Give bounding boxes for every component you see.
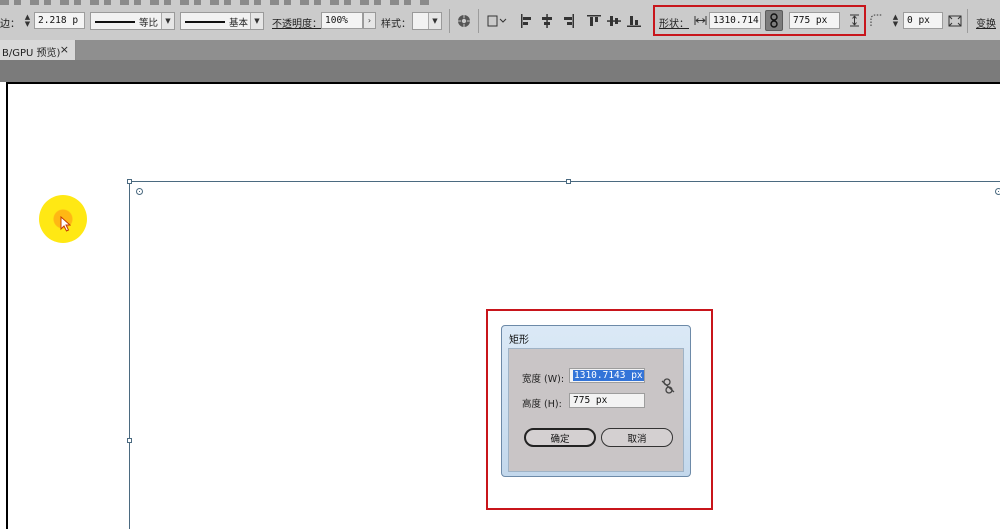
variable-width-profile-dropdown[interactable]: 等比 ▼: [90, 12, 175, 30]
artboard-left-edge: [6, 82, 8, 529]
corner-widget-icon[interactable]: [136, 188, 143, 195]
corner-radius-stepper[interactable]: ▲ ▼: [891, 13, 900, 29]
align-bottom-icon[interactable]: [626, 12, 642, 29]
cancel-button[interactable]: 取消: [601, 428, 673, 447]
illustrator-window: 边： ▲ ▼ 2.218 p 等比 ▼ 基本 ▼ 不透明度： 100% › 样式：…: [0, 0, 1000, 529]
shape-label[interactable]: 形状：: [659, 15, 689, 30]
stroke-label: 边：: [0, 19, 20, 30]
shape-width-field[interactable]: 1310.714 p: [709, 12, 761, 29]
brush-definition-dropdown[interactable]: 基本 ▼: [180, 12, 264, 30]
align-top-icon[interactable]: [586, 12, 602, 29]
unlink-proportions-icon[interactable]: [661, 378, 675, 394]
opacity-label[interactable]: 不透明度：: [272, 15, 322, 30]
chevron-down-icon: ▼: [428, 13, 441, 29]
width-label: 宽度 (W):: [522, 374, 565, 385]
opacity-field[interactable]: 100%: [321, 12, 363, 29]
align-left-icon[interactable]: [519, 12, 535, 29]
selection-handle-top-left[interactable]: [127, 179, 132, 184]
document-tab[interactable]: B/GPU 预览) ×: [0, 40, 76, 60]
width-arrows-icon: [692, 12, 708, 29]
chevron-down-icon: ▼: [250, 13, 263, 29]
dialog-height-field[interactable]: 775 px: [569, 393, 645, 408]
dialog-title: 矩形: [509, 335, 529, 346]
selection-handle-middle-left[interactable]: [127, 438, 132, 443]
corner-radius-field[interactable]: 0 px: [903, 12, 943, 29]
recolor-artwork-icon[interactable]: [456, 12, 472, 29]
height-arrows-icon: [846, 12, 862, 29]
dialog-width-value: 1310.7143 px: [573, 370, 644, 381]
control-bar: 边： ▲ ▼ 2.218 p 等比 ▼ 基本 ▼ 不透明度： 100% › 样式：…: [0, 0, 1000, 41]
document-tab-title: B/GPU 预览): [2, 48, 61, 59]
ok-button[interactable]: 确定: [524, 428, 596, 447]
corner-type-icon[interactable]: [868, 12, 884, 29]
transform-label[interactable]: 变换: [976, 15, 996, 30]
stroke-profile-preview: [95, 21, 135, 23]
height-label: 高度 (H):: [522, 399, 562, 410]
brush-preview: [185, 21, 225, 23]
separator: [478, 9, 479, 33]
separator: [967, 9, 968, 33]
pasteboard-strip: [0, 60, 1000, 82]
document-tab-strip: B/GPU 预览) ×: [0, 40, 1000, 60]
corner-options-icon[interactable]: [947, 12, 963, 29]
align-right-icon[interactable]: [560, 12, 576, 29]
selection-handle-top-center[interactable]: [566, 179, 571, 184]
dialog-width-field[interactable]: 1310.7143 px: [569, 368, 645, 383]
rectangle-dialog: 矩形 宽度 (W): 1310.7143 px 高度 (H): 775 px 确…: [501, 325, 691, 477]
brush-label: 基本: [229, 18, 249, 29]
align-vertical-center-icon[interactable]: [606, 12, 622, 29]
style-label: 样式：: [381, 19, 411, 30]
menu-bar-remnant: [0, 0, 430, 5]
graphic-style-dropdown[interactable]: ▼: [412, 12, 442, 30]
corner-widget-icon[interactable]: [995, 188, 1000, 195]
separator: [449, 9, 450, 33]
align-horizontal-center-icon[interactable]: [539, 12, 555, 29]
shape-height-field[interactable]: 775 px: [789, 12, 840, 29]
constrain-proportions-button[interactable]: [765, 10, 783, 31]
dialog-body: 宽度 (W): 1310.7143 px 高度 (H): 775 px 确定 取…: [508, 348, 684, 472]
opacity-arrow-button[interactable]: ›: [363, 12, 376, 29]
align-to-icon[interactable]: [486, 12, 508, 29]
stroke-profile-label: 等比: [139, 18, 159, 29]
mouse-pointer-icon: [60, 216, 71, 232]
chevron-down-icon: ▼: [161, 13, 174, 29]
stroke-weight-stepper[interactable]: ▲ ▼: [23, 13, 32, 29]
close-icon[interactable]: ×: [60, 43, 69, 56]
artboard-top-edge: [6, 82, 1000, 84]
stroke-weight-field[interactable]: 2.218 p: [34, 12, 85, 29]
link-icon: [770, 13, 778, 28]
